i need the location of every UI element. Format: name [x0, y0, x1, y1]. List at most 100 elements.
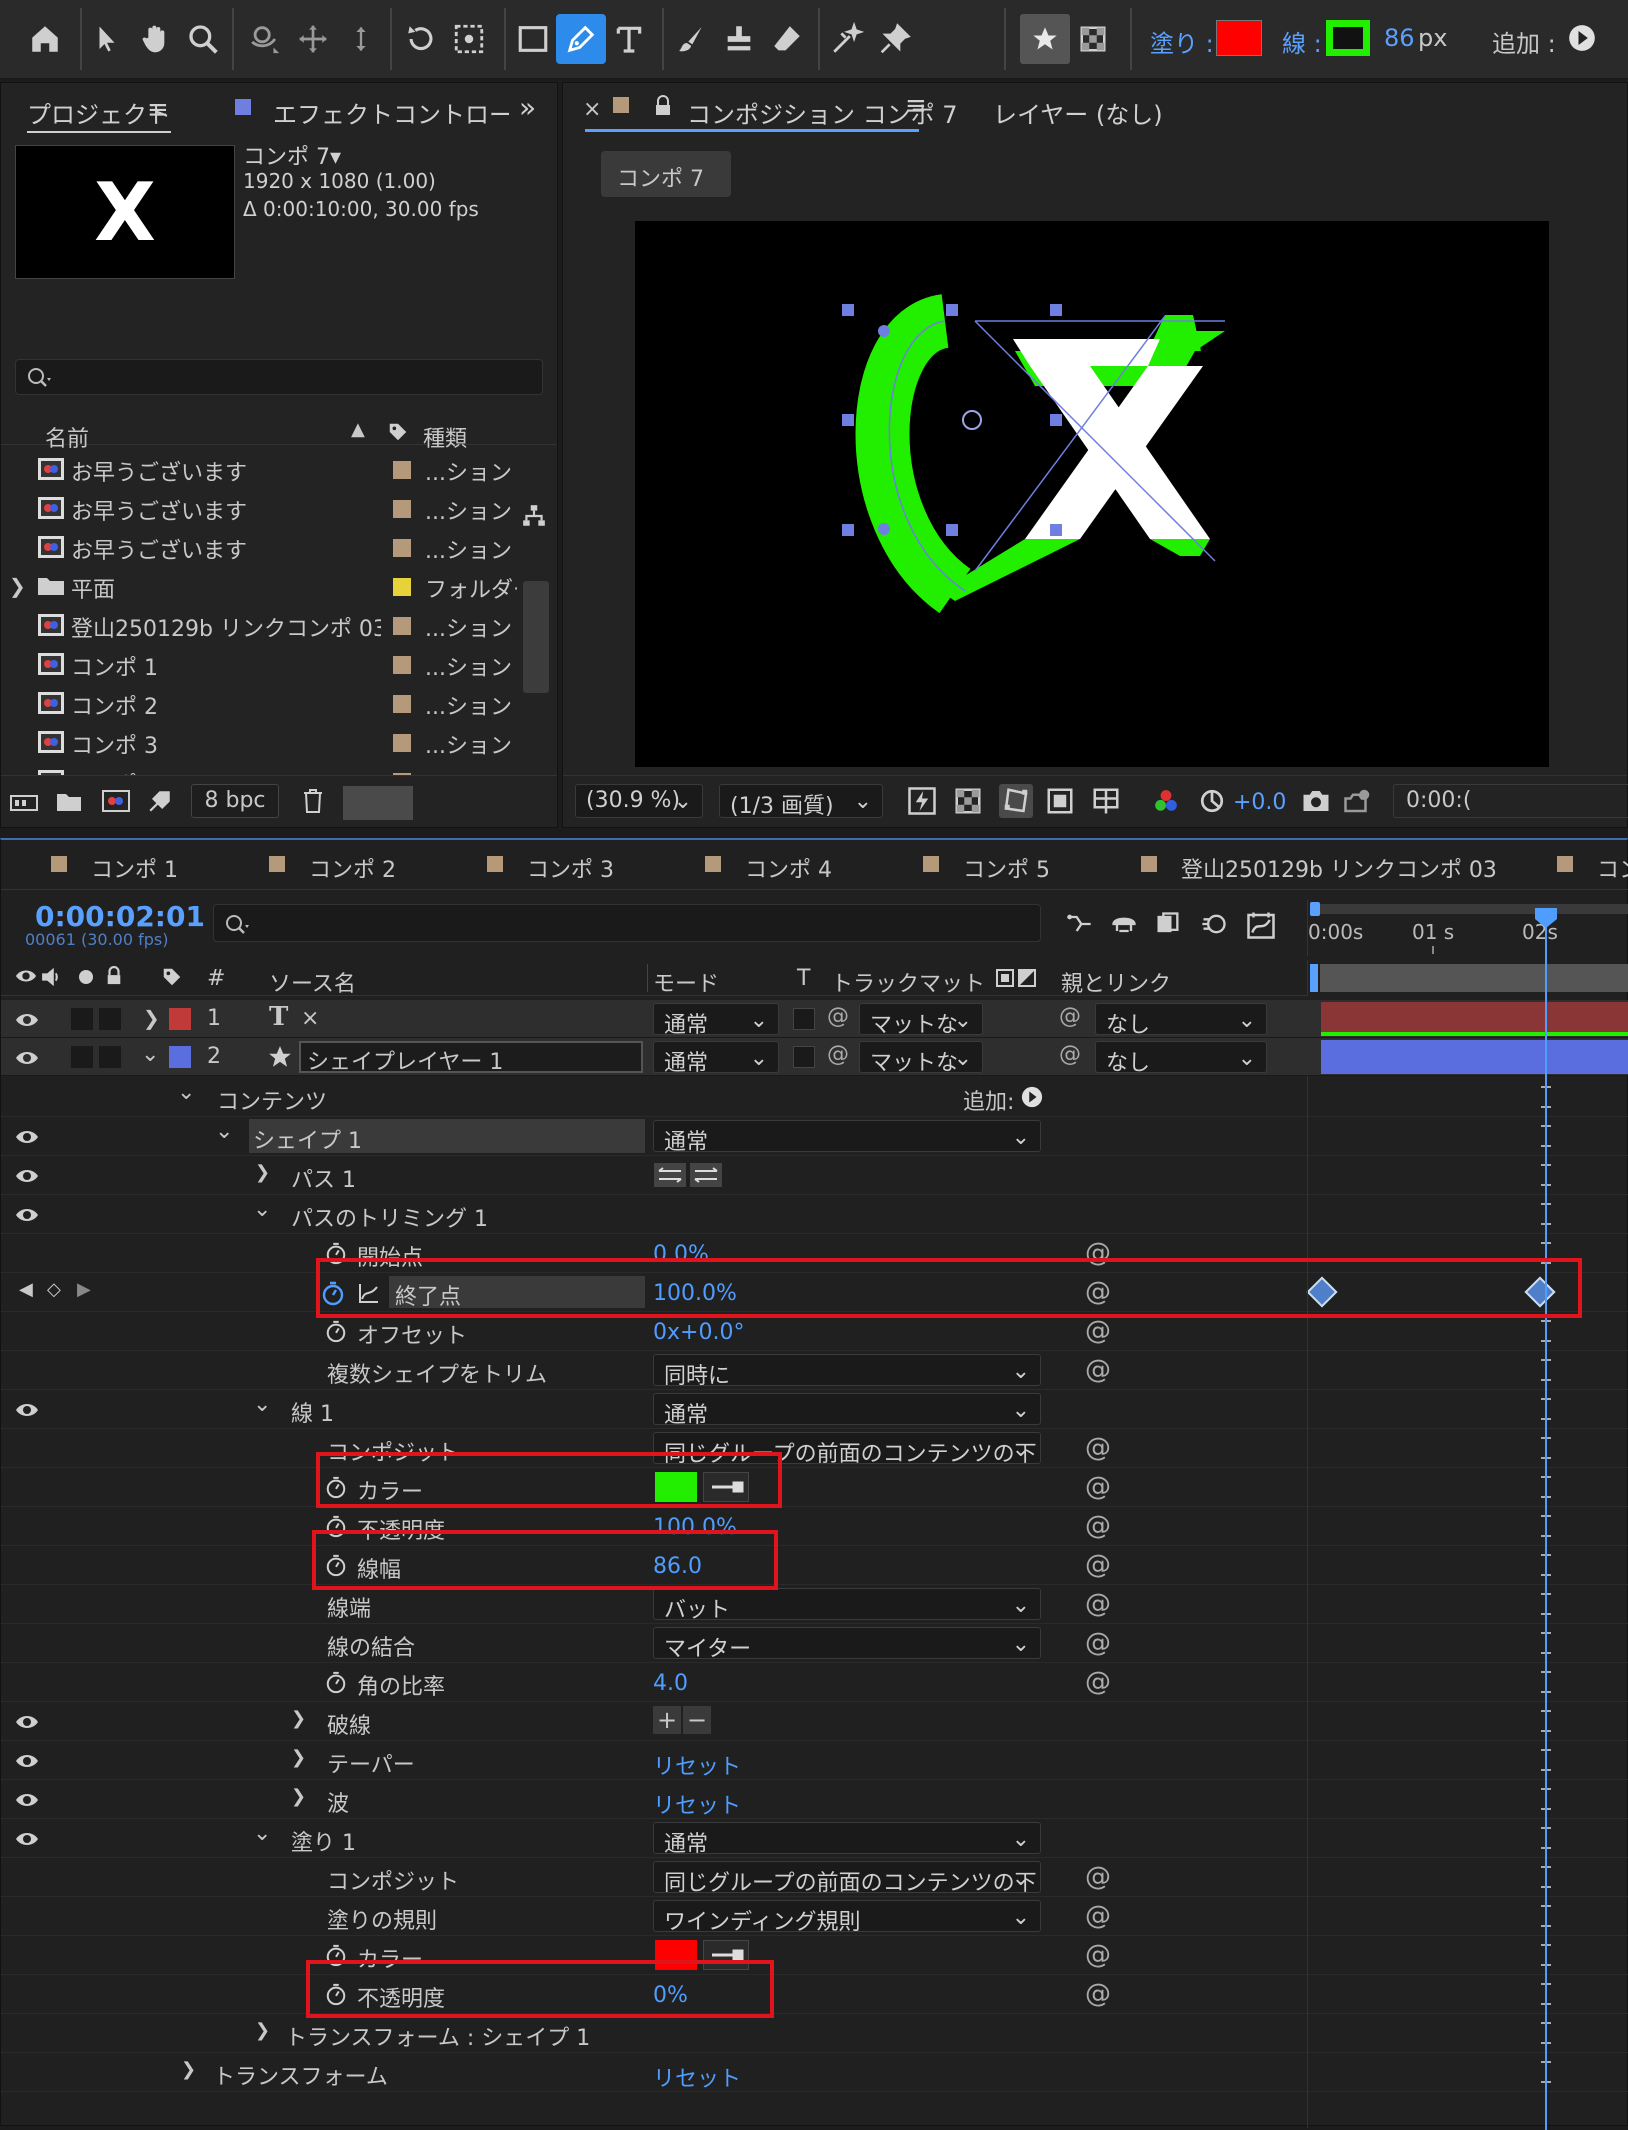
- col-source-name[interactable]: ソース名: [269, 966, 356, 998]
- chevron-down-icon[interactable]: ⌄: [253, 1197, 271, 1222]
- stopwatch-icon[interactable]: [325, 1320, 347, 1344]
- col-preserve-transparency[interactable]: T: [797, 966, 810, 991]
- chevron-down-icon[interactable]: ⌄: [253, 1821, 271, 1846]
- col-track-matte[interactable]: トラックマット: [831, 966, 985, 998]
- taper-reset-link[interactable]: リセット: [653, 1749, 741, 1781]
- new-folder-icon[interactable]: [55, 790, 83, 814]
- transform-shape-group[interactable]: トランスフォーム : シェイプ 1: [285, 2020, 590, 2052]
- expression-spiral-icon[interactable]: @: [1085, 1667, 1111, 1697]
- item-label-color[interactable]: [393, 578, 411, 596]
- preserve-transparency-checkbox[interactable]: [793, 1008, 815, 1030]
- zoom-dropdown[interactable]: (30.9 %) ⌄: [575, 784, 703, 818]
- anchor-point-tool-icon[interactable]: [444, 14, 494, 64]
- exposure-value[interactable]: +0.0: [1233, 790, 1286, 815]
- lock-icon[interactable]: [653, 95, 673, 117]
- project-item[interactable]: お早うございます ...ション: [1, 527, 517, 565]
- item-label-color[interactable]: [393, 539, 411, 557]
- snapshot-camera-icon[interactable]: [1301, 788, 1331, 814]
- path-group[interactable]: パス 1: [291, 1162, 356, 1194]
- col-parent-link[interactable]: 親とリンク: [1061, 966, 1171, 998]
- track-matte-dropdown[interactable]: マットな ⌄: [859, 1003, 983, 1035]
- item-label-color[interactable]: [393, 695, 411, 713]
- panel-menu-icon[interactable]: ≡: [147, 95, 169, 125]
- expression-spiral-icon[interactable]: @: [1085, 1355, 1111, 1385]
- work-area-range[interactable]: [1320, 964, 1628, 992]
- project-scrollbar[interactable]: [521, 503, 553, 715]
- item-label-color[interactable]: [393, 617, 411, 635]
- fill-color-swatch[interactable]: [1216, 20, 1262, 56]
- tab-layer[interactable]: レイヤー (なし): [993, 95, 1163, 130]
- layer-name-field[interactable]: シェイプレイヤー 1: [299, 1041, 643, 1075]
- project-item[interactable]: ❯ 平面 フォルダー: [1, 566, 517, 604]
- eye-icon[interactable]: [15, 1207, 41, 1223]
- current-time[interactable]: 0:00:02:01: [35, 900, 205, 933]
- expression-spiral-icon[interactable]: @: [1085, 1901, 1111, 1931]
- track-matte-dropdown[interactable]: マットな ⌄: [859, 1041, 983, 1073]
- lock-toggle[interactable]: [99, 1008, 121, 1030]
- remove-dash-icon[interactable]: −: [683, 1706, 711, 1734]
- graph-editor-icon[interactable]: [1245, 910, 1277, 940]
- project-item[interactable]: 登山250129b リンクコンポ 03 ...ション: [1, 605, 517, 643]
- eye-icon[interactable]: [15, 1129, 41, 1145]
- fast-preview-icon[interactable]: [907, 786, 937, 816]
- chevron-right-icon[interactable]: ❯: [291, 1747, 306, 1768]
- comp-panel-menu-icon[interactable]: ≡: [905, 91, 927, 121]
- frame-blending-icon[interactable]: [1153, 910, 1183, 938]
- expression-spiral-icon[interactable]: @: [1085, 1316, 1111, 1346]
- hand-tool-icon[interactable]: [130, 14, 180, 64]
- taper-group[interactable]: テーパー: [327, 1747, 415, 1779]
- project-search-input[interactable]: [15, 359, 543, 395]
- item-label-color[interactable]: [393, 656, 411, 674]
- expression-spiral-icon[interactable]: @: [1085, 1589, 1111, 1619]
- pickwhip-icon[interactable]: @: [827, 1004, 849, 1029]
- expression-spiral-icon[interactable]: @: [1085, 1862, 1111, 1892]
- work-area-start-handle[interactable]: [1310, 902, 1320, 916]
- eye-icon[interactable]: [15, 1168, 41, 1184]
- eye-icon[interactable]: [15, 1012, 41, 1028]
- eye-icon[interactable]: [15, 1050, 41, 1066]
- offset-value[interactable]: 0x+0.0°: [653, 1320, 744, 1345]
- chevron-right-icon[interactable]: ❯: [255, 1162, 270, 1183]
- shape-group-name[interactable]: シェイプ 1: [253, 1123, 362, 1155]
- layer-bar-1[interactable]: [1321, 1002, 1628, 1036]
- quality-dropdown[interactable]: (1/3 画質) ⌄: [719, 784, 883, 818]
- more-tabs-icon[interactable]: »: [519, 91, 536, 124]
- item-label-color[interactable]: [393, 734, 411, 752]
- item-label-color[interactable]: [393, 500, 411, 518]
- add-menu-icon[interactable]: [1568, 24, 1596, 52]
- layer-label-color[interactable]: [169, 1046, 191, 1068]
- dashes-group[interactable]: 破線: [327, 1708, 371, 1740]
- chevron-right-icon[interactable]: ❯: [255, 2020, 270, 2041]
- type-tool-icon[interactable]: [604, 14, 654, 64]
- pen-tool-icon[interactable]: [556, 14, 606, 64]
- rectangle-tool-icon[interactable]: [508, 14, 558, 64]
- project-item[interactable]: お早うございます ...ション: [1, 488, 517, 526]
- show-snapshot-icon[interactable]: [1343, 788, 1373, 814]
- work-area-in-marker[interactable]: [1310, 964, 1318, 992]
- parent-dropdown[interactable]: なし ⌄: [1095, 1041, 1267, 1073]
- tab-effect-controls[interactable]: エフェクトコントロール シェイ: [273, 95, 509, 130]
- dolly-camera-icon[interactable]: [336, 14, 386, 64]
- new-comp-icon[interactable]: [101, 788, 131, 814]
- parent-pickwhip-icon[interactable]: @: [1059, 1042, 1081, 1067]
- orbit-camera-icon[interactable]: [240, 14, 290, 64]
- time-ruler[interactable]: 0:00s 01 s 02s: [1307, 900, 1628, 956]
- stopwatch-icon[interactable]: [325, 1671, 347, 1695]
- wave-reset-link[interactable]: リセット: [653, 1788, 741, 1820]
- layer-label-color[interactable]: [169, 1008, 191, 1030]
- project-item[interactable]: コンポ 1 ...ション: [1, 644, 517, 682]
- eye-icon[interactable]: [15, 1402, 41, 1418]
- timeline-search-input[interactable]: [213, 904, 1041, 942]
- timecode-field[interactable]: 0:00:(: [1393, 784, 1628, 818]
- eye-icon[interactable]: [15, 1831, 41, 1847]
- comp-viewer[interactable]: [635, 221, 1549, 767]
- thumbnail-bg-swatch[interactable]: [343, 786, 413, 820]
- eye-icon[interactable]: [15, 1714, 41, 1730]
- chevron-right-icon[interactable]: ❯: [291, 1708, 306, 1729]
- trim-multiple-dropdown[interactable]: 同時に ⌄: [653, 1354, 1041, 1386]
- chevron-right-icon[interactable]: ❯: [143, 1006, 160, 1030]
- trash-icon[interactable]: [301, 788, 325, 814]
- chevron-down-icon[interactable]: ⌄: [253, 1392, 271, 1417]
- item-label-color[interactable]: [393, 461, 411, 479]
- stroke-color-swatch[interactable]: [1326, 20, 1370, 56]
